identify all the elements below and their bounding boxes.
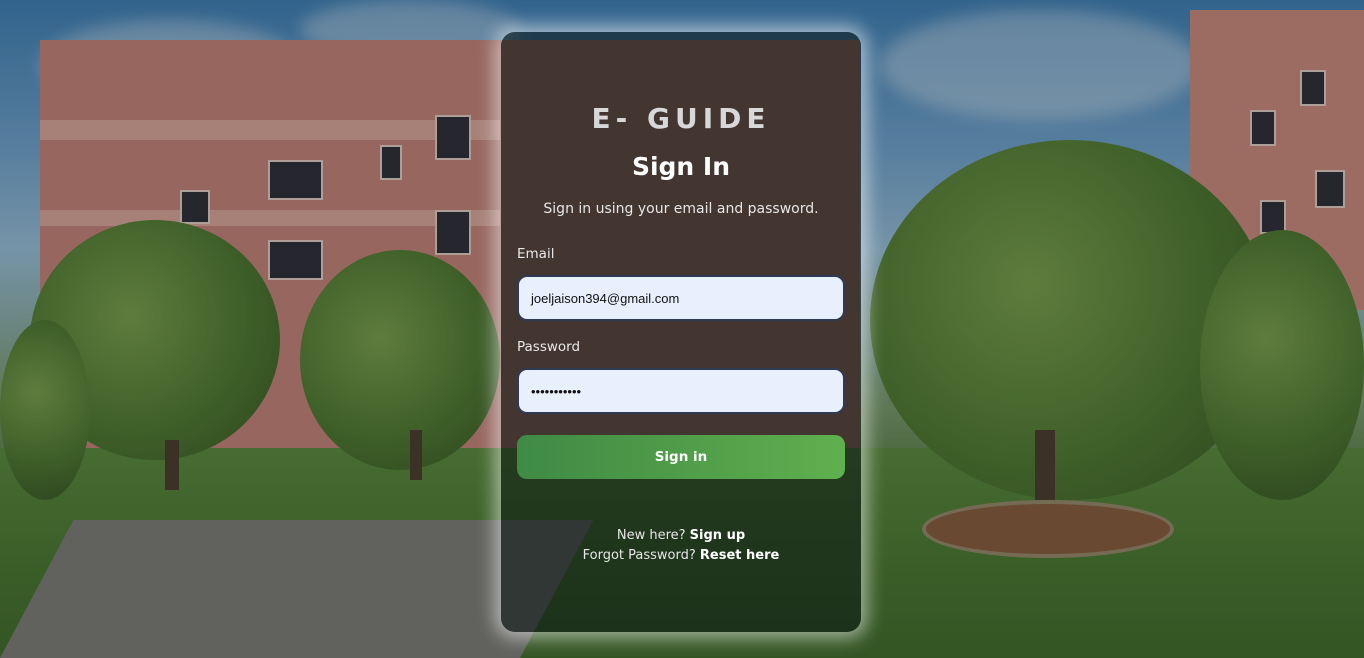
email-label: Email: [517, 246, 555, 262]
reset-password-link[interactable]: Reset here: [700, 548, 779, 563]
password-value: •••••••••••: [531, 383, 582, 399]
email-field[interactable]: joeljaison394@gmail.com: [517, 275, 845, 321]
background-scene: E- GUIDE Sign In Sign in using your emai…: [0, 0, 1364, 658]
password-label: Password: [517, 339, 581, 355]
page-title: Sign In: [631, 152, 731, 181]
brand-logo-text: E- GUIDE: [591, 102, 771, 135]
new-here-text: New here?: [616, 528, 686, 543]
signin-card: E- GUIDE Sign In Sign in using your emai…: [501, 32, 861, 632]
email-value: joeljaison394@gmail.com: [531, 290, 680, 306]
signup-link[interactable]: Sign up: [690, 528, 745, 543]
password-field[interactable]: •••••••••••: [517, 368, 845, 414]
reset-prompt: Forgot Password? Reset here: [501, 548, 861, 563]
signup-prompt: New here? Sign up: [501, 528, 861, 543]
signin-button[interactable]: Sign in: [517, 435, 845, 479]
page-subtitle: Sign in using your email and password.: [543, 201, 819, 217]
forgot-password-text: Forgot Password?: [582, 548, 696, 563]
